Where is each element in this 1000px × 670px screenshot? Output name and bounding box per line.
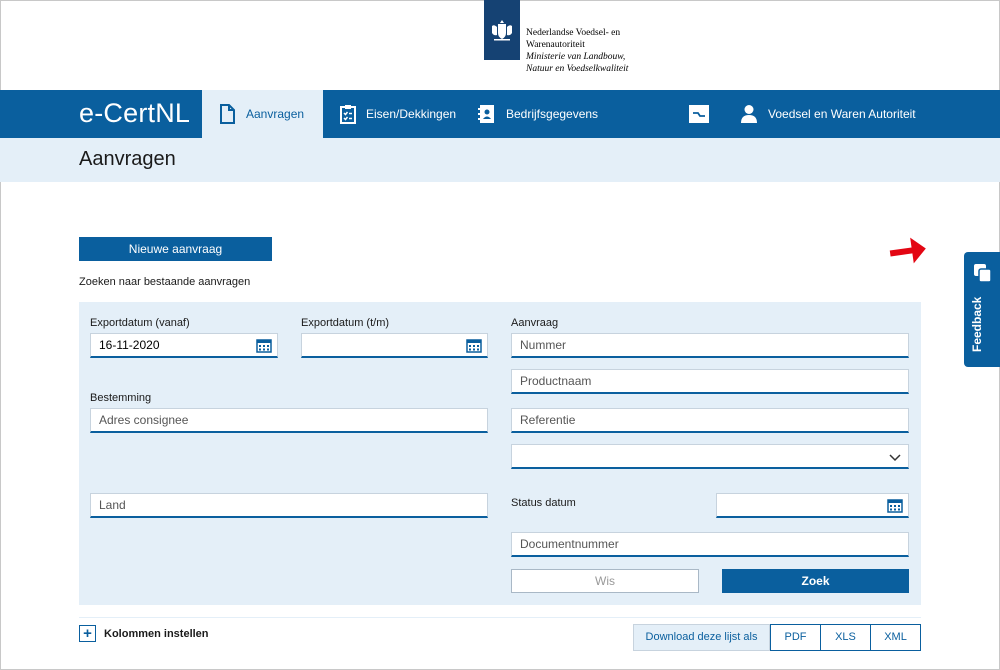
org-line-2: Warenautoriteit	[526, 40, 585, 50]
calendar-icon[interactable]	[466, 338, 482, 356]
search-section-label: Zoeken naar bestaande aanvragen	[79, 276, 251, 288]
nav-label-bedrijfsgegevens: Bedrijfsgegevens	[506, 107, 599, 121]
document-icon	[218, 104, 236, 124]
consignee-placeholder: Adres consignee	[99, 413, 189, 427]
country-input[interactable]: Land	[90, 493, 488, 518]
columns-label: Kolommen instellen	[104, 627, 209, 640]
calendar-icon[interactable]	[887, 498, 903, 516]
export-to-date-field[interactable]	[301, 333, 488, 358]
country-placeholder: Land	[99, 498, 126, 512]
org-line-1: Nederlandse Voedsel- en	[526, 28, 621, 38]
feedback-label: Feedback	[970, 296, 984, 352]
consignee-address-input[interactable]: Adres consignee	[90, 408, 488, 433]
feedback-tab[interactable]: Feedback	[964, 252, 1000, 367]
ministry-line-1: Ministerie van Landbouw,	[526, 52, 626, 62]
destination-label: Bestemming	[90, 392, 152, 404]
download-xls-button[interactable]: XLS	[820, 624, 871, 651]
nav-item-aanvragen[interactable]: Aanvragen	[202, 90, 323, 138]
configure-columns-button[interactable]: + Kolommen instellen	[79, 625, 209, 642]
calendar-icon[interactable]	[256, 338, 272, 356]
nav-item-bedrijfsgegevens[interactable]: Bedrijfsgegevens	[478, 90, 598, 138]
plus-icon: +	[79, 625, 96, 642]
title-band: Aanvragen	[0, 138, 1000, 182]
product-placeholder: Productnaam	[520, 374, 592, 388]
address-book-icon	[478, 104, 496, 124]
user-icon	[740, 104, 758, 124]
request-number-input[interactable]: Nummer	[511, 333, 909, 358]
new-request-button[interactable]: Nieuwe aanvraag	[79, 237, 272, 261]
status-date-label: Status datum	[511, 497, 576, 509]
number-placeholder: Nummer	[520, 338, 567, 352]
status-date-field[interactable]	[716, 493, 909, 518]
document-number-placeholder: Documentnummer	[520, 537, 619, 551]
export-icon	[688, 104, 710, 124]
coat-of-arms-icon	[484, 0, 520, 60]
chevron-down-icon	[889, 451, 901, 465]
ministry-line-2: Natuur en Voedselkwaliteit	[526, 64, 629, 74]
clear-button[interactable]: Wis	[511, 569, 699, 593]
nav-item-eisen-dekkingen[interactable]: Eisen/Dekkingen	[340, 90, 456, 138]
export-to-label: Exportdatum (t/m)	[301, 317, 390, 329]
clipboard-checklist-icon	[340, 104, 356, 124]
chat-bubbles-icon	[973, 262, 993, 289]
status-select[interactable]	[511, 444, 909, 469]
product-name-input[interactable]: Productnaam	[511, 369, 909, 394]
nav-label-aanvragen: Aanvragen	[246, 107, 305, 121]
divider	[79, 617, 921, 618]
download-label: Download deze lijst als	[633, 624, 770, 651]
page-title: Aanvragen	[79, 148, 176, 170]
export-from-date-field[interactable]: 16-11-2020	[90, 333, 278, 358]
search-button[interactable]: Zoek	[722, 569, 909, 593]
download-pdf-button[interactable]: PDF	[770, 624, 821, 651]
user-menu[interactable]: Voedsel en Waren Autoriteit	[740, 90, 916, 138]
reference-placeholder: Referentie	[520, 413, 576, 427]
nav-label-eisen: Eisen/Dekkingen	[366, 107, 457, 121]
download-xml-button[interactable]: XML	[870, 624, 921, 651]
request-label: Aanvraag	[511, 317, 559, 329]
export-from-value: 16-11-2020	[99, 338, 160, 352]
user-label: Voedsel en Waren Autoriteit	[768, 107, 916, 121]
organisation-name: Nederlandse Voedsel- en Warenautoriteit …	[526, 27, 628, 75]
brand-title[interactable]: e-CertNL	[79, 98, 190, 129]
red-arrow-icon	[889, 237, 926, 264]
export-from-label: Exportdatum (vanaf)	[90, 317, 190, 329]
export-button[interactable]	[688, 90, 720, 138]
reference-input[interactable]: Referentie	[511, 408, 909, 433]
main-navbar: e-CertNL Aanvragen Eisen/Dekkingen Bedri…	[0, 90, 1000, 138]
document-number-input[interactable]: Documentnummer	[511, 532, 909, 557]
